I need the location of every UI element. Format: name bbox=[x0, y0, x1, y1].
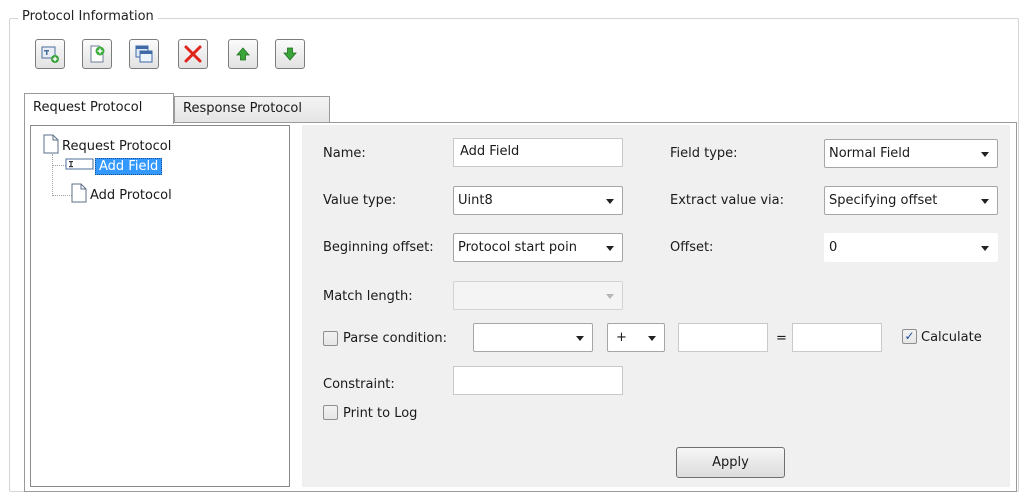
match-length-select bbox=[453, 281, 623, 310]
tree-item-label: Add Field bbox=[95, 157, 163, 175]
field-type-label: Field type: bbox=[670, 146, 738, 161]
field-type-value: Normal Field bbox=[829, 146, 911, 161]
tree-item-add-protocol[interactable]: Add Protocol bbox=[71, 183, 175, 207]
match-length-label: Match length: bbox=[323, 289, 413, 304]
copy-button[interactable] bbox=[129, 39, 159, 69]
copy-icon bbox=[134, 44, 154, 64]
parse-condition-label: Parse condition: bbox=[343, 331, 447, 346]
constraint-label: Constraint: bbox=[323, 377, 395, 392]
constraint-input[interactable] bbox=[453, 366, 623, 395]
offset-combo[interactable]: 0 bbox=[824, 233, 998, 262]
operator-select[interactable]: + bbox=[607, 323, 665, 352]
group-title: Protocol Information bbox=[18, 9, 158, 24]
equals-sign: = bbox=[776, 331, 787, 346]
apply-button[interactable]: Apply bbox=[676, 447, 785, 478]
operand-left-input[interactable] bbox=[678, 323, 768, 352]
calculate-checkbox[interactable]: ✓ bbox=[902, 329, 917, 344]
delete-button[interactable] bbox=[178, 39, 208, 69]
chevron-down-icon bbox=[606, 294, 614, 299]
chevron-down-icon bbox=[576, 336, 584, 341]
tree-connector bbox=[52, 154, 53, 196]
beginning-offset-select[interactable]: Protocol start poin bbox=[453, 233, 623, 262]
value-type-select[interactable]: Uint8 bbox=[453, 186, 623, 215]
operator-value: + bbox=[616, 330, 627, 345]
print-to-log-label: Print to Log bbox=[343, 406, 418, 421]
beginning-offset-value: Protocol start poin bbox=[458, 240, 577, 255]
tree-connector bbox=[52, 165, 66, 166]
name-label: Name: bbox=[323, 146, 366, 161]
tab-request-protocol[interactable]: Request Protocol bbox=[24, 93, 174, 124]
offset-value: 0 bbox=[829, 240, 838, 255]
field-type-select[interactable]: Normal Field bbox=[824, 139, 998, 168]
tree-item-label: Request Protocol bbox=[62, 138, 172, 154]
calculate-label: Calculate bbox=[921, 330, 982, 345]
offset-label: Offset: bbox=[670, 240, 714, 255]
document-icon bbox=[71, 183, 87, 207]
tab-response-protocol[interactable]: Response Protocol bbox=[174, 96, 330, 123]
extract-value-select[interactable]: Specifying offset bbox=[824, 186, 998, 215]
parse-condition-select[interactable] bbox=[473, 323, 593, 352]
tree-item-add-field[interactable]: Add Field bbox=[65, 157, 163, 175]
value-type-label: Value type: bbox=[323, 193, 397, 208]
tree-item-root[interactable]: Request Protocol bbox=[43, 134, 174, 158]
extract-value-value: Specifying offset bbox=[829, 193, 938, 208]
operand-right-input[interactable] bbox=[792, 323, 882, 352]
name-input[interactable]: Add Field bbox=[453, 138, 623, 167]
protocol-tree[interactable]: Request Protocol Add Field Add Protocol bbox=[30, 125, 290, 487]
parse-condition-checkbox[interactable] bbox=[323, 331, 338, 346]
add-field-button[interactable] bbox=[35, 39, 65, 69]
add-protocol-button[interactable] bbox=[82, 39, 112, 69]
tree-connector bbox=[52, 195, 72, 196]
chevron-down-icon bbox=[606, 199, 614, 204]
arrow-down-icon bbox=[282, 46, 298, 62]
field-properties-panel bbox=[302, 125, 1010, 487]
delete-icon bbox=[183, 44, 203, 64]
chevron-down-icon bbox=[981, 199, 989, 204]
document-icon bbox=[43, 134, 59, 158]
value-type-value: Uint8 bbox=[458, 193, 493, 208]
extract-value-label: Extract value via: bbox=[670, 193, 784, 208]
add-field-icon bbox=[40, 44, 60, 64]
print-to-log-checkbox[interactable] bbox=[323, 405, 338, 420]
move-up-button[interactable] bbox=[228, 39, 258, 69]
add-protocol-icon bbox=[87, 44, 107, 64]
beginning-offset-label: Beginning offset: bbox=[323, 240, 434, 255]
tree-item-label: Add Protocol bbox=[90, 187, 172, 203]
chevron-down-icon bbox=[981, 246, 989, 251]
chevron-down-icon bbox=[981, 152, 989, 157]
field-icon bbox=[65, 157, 95, 175]
chevron-down-icon bbox=[606, 246, 614, 251]
arrow-up-icon bbox=[235, 46, 251, 62]
chevron-down-icon bbox=[648, 336, 656, 341]
move-down-button[interactable] bbox=[275, 39, 305, 69]
